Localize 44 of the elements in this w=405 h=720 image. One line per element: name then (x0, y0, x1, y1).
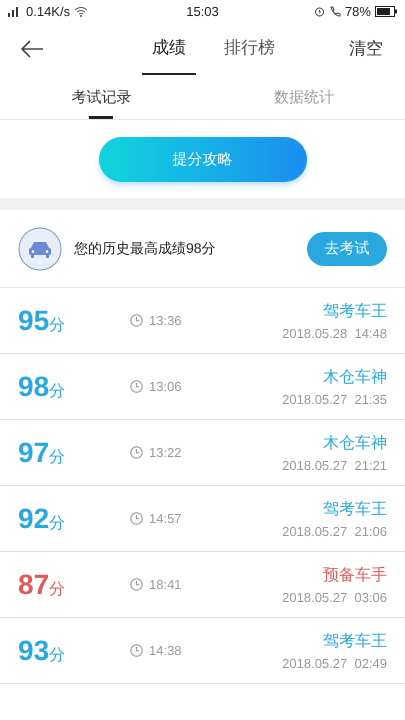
car-icon (18, 226, 62, 270)
battery-icon (374, 6, 397, 16)
exam-date: 2018.05.28 14:48 (282, 326, 387, 340)
rank-title: 预备车手 (323, 566, 387, 586)
network-speed: 0.14K/s (26, 4, 70, 18)
clock-icon (130, 380, 143, 393)
rank-title: 驾考车王 (323, 632, 387, 652)
clock-icon (130, 578, 143, 591)
score: 87分 (18, 568, 66, 600)
rank-title: 木仓车神 (323, 368, 387, 388)
score: 93分 (18, 634, 66, 666)
duration: 13:06 (149, 379, 182, 394)
exam-date: 2018.05.27 21:06 (282, 524, 387, 538)
clock-icon (130, 512, 143, 525)
clear-button[interactable]: 清空 (343, 36, 389, 61)
rank-title: 驾考车王 (323, 500, 387, 520)
clock-icon (130, 446, 143, 459)
duration: 14:38 (149, 643, 182, 658)
exam-date: 2018.05.27 02:49 (282, 656, 387, 670)
header-tab[interactable]: 成绩 (142, 22, 196, 75)
best-score-text: 您的历史最高成绩98分 (74, 240, 217, 258)
clock-icon (130, 644, 143, 657)
rank-title: 木仓车神 (323, 434, 387, 454)
score: 92分 (18, 502, 66, 534)
duration: 14:57 (149, 511, 182, 526)
score: 98分 (18, 370, 66, 402)
clock: 15:03 (186, 4, 219, 18)
sub-tab[interactable]: 考试记录 (0, 75, 202, 119)
battery-percent: 78% (344, 4, 371, 18)
back-icon[interactable] (20, 40, 44, 58)
duration: 13:36 (149, 313, 182, 328)
alarm-icon (314, 6, 325, 16)
header-tab[interactable]: 排行榜 (214, 22, 285, 75)
score: 97分 (18, 436, 66, 468)
exam-date: 2018.05.27 21:35 (282, 392, 387, 406)
exam-date: 2018.05.27 21:21 (282, 458, 387, 472)
duration: 13:22 (149, 445, 182, 460)
exam-date: 2018.05.27 03:06 (282, 590, 387, 604)
phone-icon (328, 6, 341, 16)
score: 95分 (18, 304, 66, 336)
wifi-icon (74, 6, 88, 16)
clock-icon (130, 314, 143, 327)
rank-title: 驾考车王 (323, 302, 387, 322)
duration: 18:41 (149, 577, 182, 592)
